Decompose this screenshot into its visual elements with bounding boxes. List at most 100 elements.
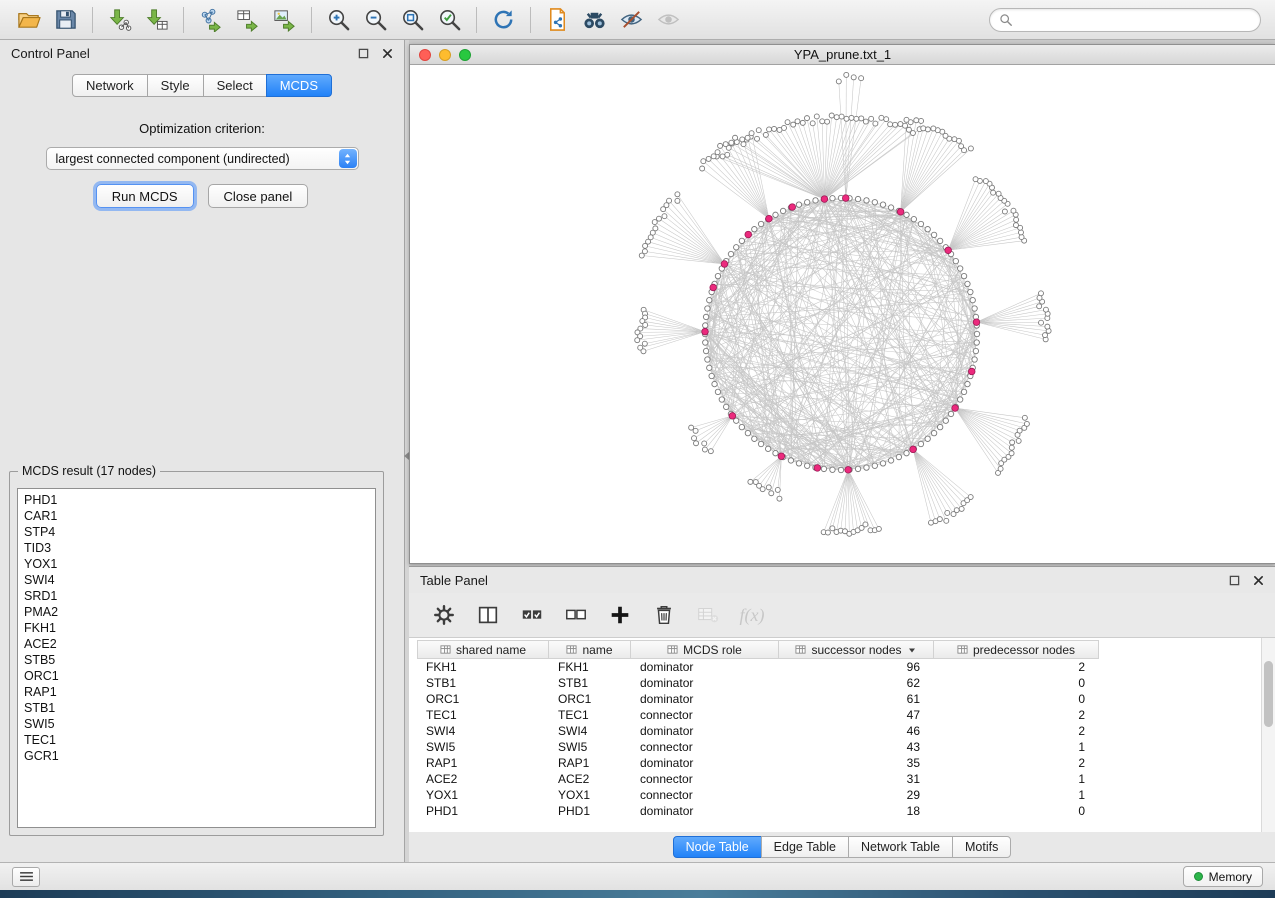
mcds-result-item[interactable]: PMA2: [18, 604, 375, 620]
function-builder-label: f(x): [740, 605, 765, 626]
table-scrollbar[interactable]: [1261, 638, 1275, 832]
hide-graphics-details-button[interactable]: [613, 4, 650, 36]
cell-name: YOX1: [549, 788, 631, 802]
table-row[interactable]: PHD1PHD1dominator180: [417, 803, 1275, 819]
cell-shared_name: ORC1: [417, 692, 549, 706]
column-header-successor-nodes[interactable]: successor nodes: [779, 640, 934, 659]
close-table-panel-icon[interactable]: [1253, 575, 1264, 586]
column-header-shared-name[interactable]: shared name: [417, 640, 549, 659]
main-toolbar: [0, 0, 1275, 40]
deselect-all-rows-button[interactable]: [561, 600, 591, 630]
export-network-button[interactable]: [192, 4, 229, 36]
table-row[interactable]: FKH1FKH1dominator962: [417, 659, 1275, 675]
tab-node-table[interactable]: Node Table: [673, 836, 762, 858]
memory-button[interactable]: Memory: [1183, 866, 1263, 887]
table-row[interactable]: ACE2ACE2connector311: [417, 771, 1275, 787]
table-row[interactable]: YOX1YOX1connector291: [417, 787, 1275, 803]
mcds-result-item[interactable]: PHD1: [18, 492, 375, 508]
import-network-button[interactable]: [101, 4, 138, 36]
close-mcds-panel-button[interactable]: Close panel: [208, 184, 309, 208]
share-document-button[interactable]: [539, 4, 576, 36]
cell-shared_name: YOX1: [417, 788, 549, 802]
mcds-result-item[interactable]: TEC1: [18, 732, 375, 748]
open-session-button[interactable]: [10, 4, 47, 36]
network-window: YPA_prune.txt_1: [409, 44, 1275, 564]
export-table-button[interactable]: [229, 4, 266, 36]
cell-role: dominator: [631, 692, 779, 706]
node-table: shared namenameMCDS rolesuccessor nodesp…: [409, 637, 1275, 832]
cell-predecessors: 1: [934, 788, 1099, 802]
cell-successors: 96: [779, 660, 934, 674]
table-row[interactable]: STB1STB1dominator620: [417, 675, 1275, 691]
run-mcds-button[interactable]: Run MCDS: [96, 184, 194, 208]
tab-edge-table[interactable]: Edge Table: [761, 836, 849, 858]
apply-layout-button[interactable]: [485, 4, 522, 36]
mcds-result-item[interactable]: FKH1: [18, 620, 375, 636]
select-all-rows-button[interactable]: [517, 600, 547, 630]
mcds-result-item[interactable]: YOX1: [18, 556, 375, 572]
network-window-titlebar[interactable]: YPA_prune.txt_1: [410, 45, 1275, 65]
toolbar-separator: [183, 7, 184, 33]
mcds-result-item[interactable]: TID3: [18, 540, 375, 556]
tab-network[interactable]: Network: [72, 74, 148, 97]
cell-name: FKH1: [549, 660, 631, 674]
float-panel-icon[interactable]: [358, 48, 369, 59]
mcds-result-item[interactable]: STP4: [18, 524, 375, 540]
optimization-criterion-select[interactable]: largest connected component (undirected): [46, 147, 359, 170]
tab-select[interactable]: Select: [203, 74, 267, 97]
window-minimize-button[interactable]: [439, 49, 451, 61]
search-box[interactable]: [989, 8, 1261, 32]
mcds-result-list[interactable]: PHD1CAR1STP4TID3YOX1SWI4SRD1PMA2FKH1ACE2…: [17, 488, 376, 828]
cell-shared_name: SWI5: [417, 740, 549, 754]
table-settings-button[interactable]: [429, 600, 459, 630]
zoom-fit-button[interactable]: [394, 4, 431, 36]
tab-network-table[interactable]: Network Table: [848, 836, 953, 858]
float-table-panel-icon[interactable]: [1229, 575, 1240, 586]
mcds-result-item[interactable]: ACE2: [18, 636, 375, 652]
window-zoom-button[interactable]: [459, 49, 471, 61]
tab-motifs[interactable]: Motifs: [952, 836, 1011, 858]
select-value: largest connected component (undirected): [56, 152, 290, 166]
cell-name: STB1: [549, 676, 631, 690]
network-canvas[interactable]: [410, 66, 1275, 563]
mcds-result-item[interactable]: SWI5: [18, 716, 375, 732]
table-row[interactable]: SWI4SWI4dominator462: [417, 723, 1275, 739]
show-panels-button[interactable]: [12, 867, 40, 887]
mcds-result-item[interactable]: GCR1: [18, 748, 375, 764]
mcds-result-item[interactable]: STB1: [18, 700, 375, 716]
find-button[interactable]: [576, 4, 613, 36]
close-panel-icon[interactable]: [382, 48, 393, 59]
table-row[interactable]: TEC1TEC1connector472: [417, 707, 1275, 723]
cell-predecessors: 2: [934, 660, 1099, 674]
mcds-result-item[interactable]: STB5: [18, 652, 375, 668]
zoom-out-button[interactable]: [357, 4, 394, 36]
table-row[interactable]: SWI5SWI5connector431: [417, 739, 1275, 755]
zoom-selected-button[interactable]: [431, 4, 468, 36]
delete-column-button[interactable]: [649, 600, 679, 630]
mcds-result-item[interactable]: RAP1: [18, 684, 375, 700]
save-session-button[interactable]: [47, 4, 84, 36]
add-column-button[interactable]: [605, 600, 635, 630]
cell-name: PHD1: [549, 804, 631, 818]
zoom-in-button[interactable]: [320, 4, 357, 36]
search-input[interactable]: [1018, 12, 1251, 27]
import-table-button[interactable]: [138, 4, 175, 36]
mcds-result-item[interactable]: ORC1: [18, 668, 375, 684]
column-header-name[interactable]: name: [549, 640, 631, 659]
scrollbar-thumb[interactable]: [1264, 661, 1273, 727]
toggle-columns-button[interactable]: [473, 600, 503, 630]
mcds-result-item[interactable]: CAR1: [18, 508, 375, 524]
mcds-result-item[interactable]: SWI4: [18, 572, 375, 588]
window-close-button[interactable]: [419, 49, 431, 61]
table-row[interactable]: RAP1RAP1dominator352: [417, 755, 1275, 771]
cell-role: connector: [631, 708, 779, 722]
tab-style[interactable]: Style: [147, 74, 204, 97]
column-header-predecessor-nodes[interactable]: predecessor nodes: [934, 640, 1099, 659]
table-row[interactable]: ORC1ORC1dominator610: [417, 691, 1275, 707]
tab-mcds[interactable]: MCDS: [266, 74, 332, 97]
column-header-MCDS-role[interactable]: MCDS role: [631, 640, 779, 659]
export-image-button[interactable]: [266, 4, 303, 36]
cell-shared_name: PHD1: [417, 804, 549, 818]
cell-shared_name: STB1: [417, 676, 549, 690]
mcds-result-item[interactable]: SRD1: [18, 588, 375, 604]
